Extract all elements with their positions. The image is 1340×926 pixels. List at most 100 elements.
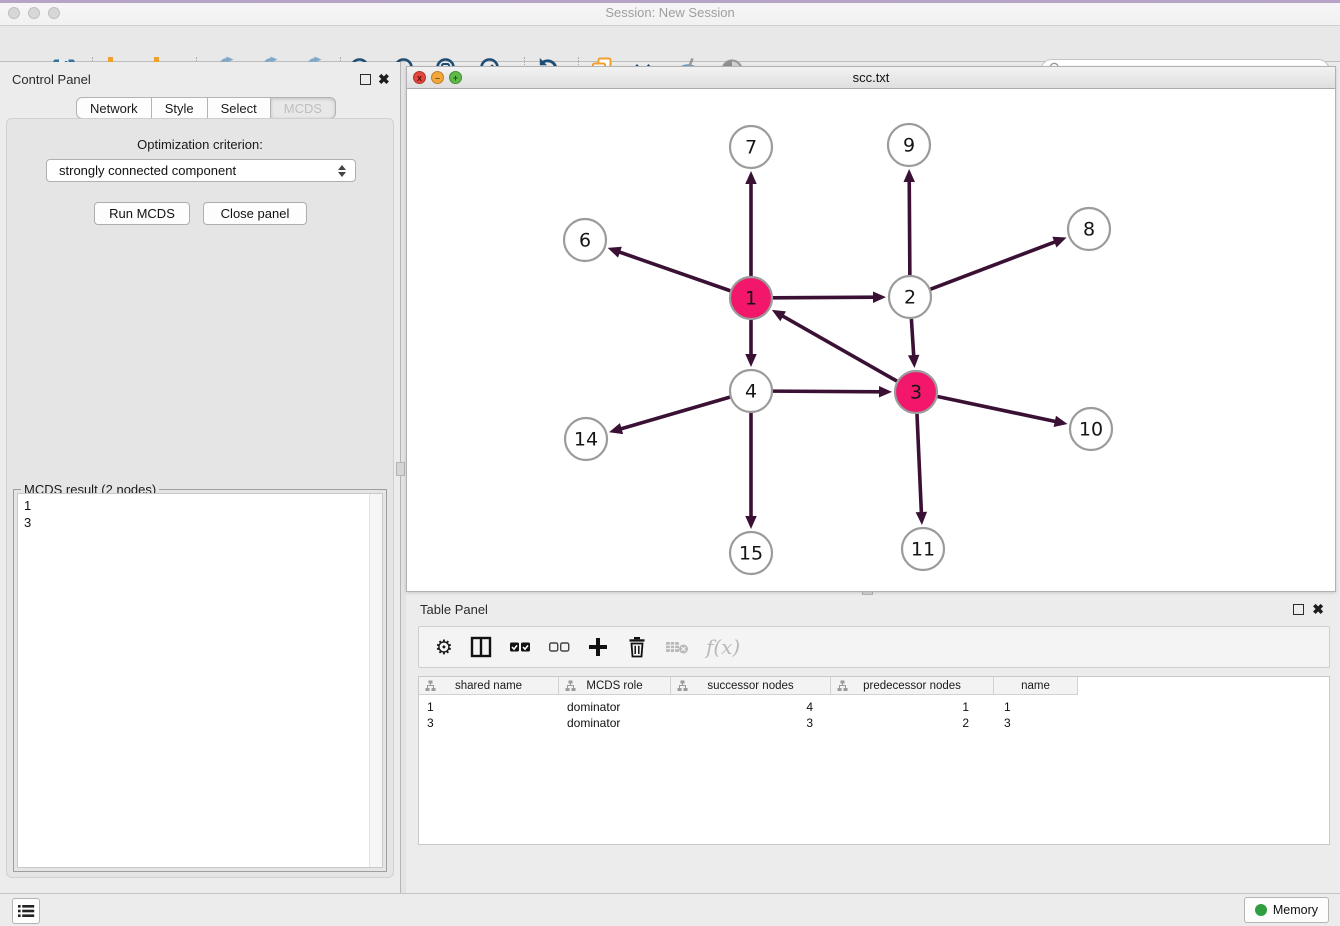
- edge-1-6[interactable]: [617, 251, 730, 291]
- tab-select[interactable]: Select: [207, 97, 271, 119]
- column-header-successor-nodes[interactable]: successor nodes: [671, 677, 831, 695]
- columns-icon[interactable]: [470, 636, 492, 658]
- edge-arrow-1-6: [608, 247, 622, 258]
- tab-style[interactable]: Style: [151, 97, 208, 119]
- edge-4-3[interactable]: [773, 391, 882, 392]
- cell-shared-name[interactable]: 1: [419, 699, 559, 715]
- mcds-result-box: MCDS result (2 nodes) 1 3: [13, 489, 387, 872]
- network-graph: 7968124314101511: [407, 89, 1335, 591]
- column-header-shared-name[interactable]: shared name: [419, 677, 559, 695]
- table-row[interactable]: 1 dominator 4 1 1: [419, 699, 1078, 715]
- memory-label: Memory: [1273, 903, 1318, 917]
- node-label-9: 9: [903, 135, 915, 157]
- node-label-10: 10: [1079, 419, 1103, 441]
- mcds-result-area[interactable]: 1 3: [17, 493, 383, 868]
- cell-name[interactable]: 1: [994, 699, 1078, 715]
- attribute-type-icon: [565, 680, 576, 695]
- cell-mcds-role[interactable]: dominator: [559, 715, 671, 731]
- memory-button[interactable]: Memory: [1244, 897, 1329, 923]
- node-label-15: 15: [739, 543, 763, 565]
- node-label-7: 7: [745, 137, 757, 159]
- column-header-predecessor-nodes[interactable]: predecessor nodes: [831, 677, 994, 695]
- network-window: x – + scc.txt 7968124314101511: [406, 66, 1336, 592]
- column-label: predecessor nodes: [863, 680, 961, 692]
- attribute-type-icon: [425, 680, 436, 695]
- table-header-row: shared name MCDS role successor nodes pr…: [419, 677, 1078, 695]
- delete-table-icon[interactable]: [665, 639, 689, 655]
- edge-2-9[interactable]: [909, 179, 910, 275]
- column-label: successor nodes: [707, 680, 793, 692]
- result-line: 1: [24, 497, 31, 514]
- edge-1-2[interactable]: [773, 297, 876, 298]
- cell-shared-name[interactable]: 3: [419, 715, 559, 731]
- control-panel-title: Control Panel: [12, 72, 91, 87]
- close-panel-icon[interactable]: ✖: [378, 71, 390, 88]
- cell-mcds-role[interactable]: dominator: [559, 699, 671, 715]
- result-line: 3: [24, 514, 31, 531]
- edge-3-1[interactable]: [781, 315, 897, 381]
- node-label-11: 11: [911, 539, 935, 561]
- float-panel-icon[interactable]: [360, 74, 371, 85]
- main-toolbar: [0, 26, 1340, 62]
- edge-arrow-3-10: [1054, 416, 1068, 427]
- task-history-button[interactable]: [12, 898, 40, 924]
- edge-arrow-4-15: [745, 516, 757, 529]
- edge-arrow-4-14: [609, 423, 623, 434]
- node-label-2: 2: [904, 287, 916, 309]
- attribute-type-icon: [677, 680, 688, 695]
- window-title: Session: New Session: [0, 5, 1340, 20]
- edge-3-11[interactable]: [917, 414, 922, 515]
- edge-arrow-4-3: [879, 386, 892, 397]
- delete-column-icon[interactable]: [626, 636, 648, 658]
- run-mcds-button[interactable]: Run MCDS: [94, 202, 190, 225]
- node-table: shared name MCDS role successor nodes pr…: [418, 676, 1330, 845]
- mcds-result-lines: 1 3: [24, 497, 31, 531]
- deselect-all-icon[interactable]: [548, 639, 570, 655]
- criterion-selected-value: strongly connected component: [47, 163, 333, 178]
- title-bar: Session: New Session: [0, 0, 1340, 26]
- tab-network[interactable]: Network: [76, 97, 152, 119]
- result-scrollbar[interactable]: [369, 494, 382, 867]
- node-label-1: 1: [745, 288, 757, 310]
- edge-2-3[interactable]: [911, 319, 913, 358]
- edge-arrow-2-3: [908, 355, 919, 368]
- column-label: shared name: [455, 680, 522, 692]
- application-window: Session: New Session: [0, 0, 1340, 926]
- control-panel: Control Panel ✖ Network Style Select MCD…: [0, 62, 400, 893]
- mcds-panel: Optimization criterion: strongly connect…: [6, 118, 394, 878]
- cell-predecessor-nodes[interactable]: 2: [831, 715, 994, 731]
- node-label-8: 8: [1083, 219, 1095, 241]
- edge-arrow-3-11: [916, 512, 927, 525]
- close-table-panel-icon[interactable]: ✖: [1312, 601, 1324, 618]
- close-panel-button[interactable]: Close panel: [203, 202, 307, 225]
- node-label-4: 4: [745, 381, 757, 403]
- column-label: name: [1021, 680, 1050, 692]
- add-column-icon[interactable]: [587, 636, 609, 658]
- cell-name[interactable]: 3: [994, 715, 1078, 731]
- table-toolbar: ⚙ f(x): [418, 626, 1330, 668]
- gear-icon[interactable]: ⚙: [435, 637, 453, 657]
- criterion-dropdown[interactable]: strongly connected component: [46, 159, 356, 182]
- function-builder-icon[interactable]: f(x): [706, 635, 740, 659]
- tab-mcds[interactable]: MCDS: [270, 97, 336, 119]
- splitter-handle[interactable]: [396, 462, 405, 476]
- select-all-icon[interactable]: [509, 639, 531, 655]
- cell-successor-nodes[interactable]: 4: [671, 699, 831, 715]
- edge-arrow-2-9: [903, 169, 914, 182]
- edge-4-14[interactable]: [619, 397, 730, 429]
- memory-status-dot: [1255, 904, 1267, 916]
- float-table-panel-icon[interactable]: [1293, 604, 1304, 615]
- network-canvas[interactable]: 7968124314101511: [407, 89, 1335, 591]
- column-header-mcds-role[interactable]: MCDS role: [559, 677, 671, 695]
- column-label: MCDS role: [586, 680, 642, 692]
- control-panel-tabs: Network Style Select MCDS: [77, 97, 336, 119]
- network-window-titlebar[interactable]: x – + scc.txt: [407, 67, 1335, 89]
- column-header-name[interactable]: name: [994, 677, 1078, 695]
- attribute-type-icon: [837, 680, 848, 695]
- edge-3-10[interactable]: [938, 397, 1058, 422]
- edge-2-8[interactable]: [931, 241, 1058, 289]
- cell-successor-nodes[interactable]: 3: [671, 715, 831, 731]
- table-row[interactable]: 3 dominator 3 2 3: [419, 715, 1078, 731]
- list-icon: [17, 903, 35, 919]
- cell-predecessor-nodes[interactable]: 1: [831, 699, 994, 715]
